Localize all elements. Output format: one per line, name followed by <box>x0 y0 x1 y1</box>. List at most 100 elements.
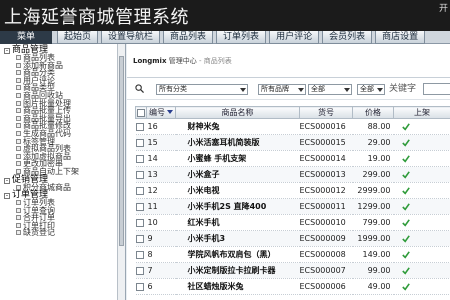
header-corner-link[interactable]: 开 <box>439 1 448 14</box>
table-row[interactable]: 6 社区蜡烛版米兔 ECS000006 49.00 <box>135 278 450 295</box>
on-sale-cell[interactable] <box>393 182 450 199</box>
goods-name[interactable]: 社区蜡烛版米兔 <box>175 278 300 295</box>
check-icon[interactable] <box>401 218 410 227</box>
row-checkbox-cell[interactable] <box>135 262 147 279</box>
row-checkbox[interactable] <box>135 250 144 259</box>
tab-goods-list[interactable]: 商品列表 <box>163 31 214 44</box>
column-header-sn[interactable]: 货号 <box>299 106 353 119</box>
check-icon[interactable] <box>401 186 410 195</box>
goods-price[interactable]: 88.00 <box>352 118 394 135</box>
check-icon[interactable] <box>401 202 410 211</box>
check-icon[interactable] <box>401 234 410 243</box>
goods-price[interactable]: 1299.00 <box>352 198 394 215</box>
goods-name[interactable]: 小米手机3 <box>175 230 300 247</box>
table-row[interactable]: 15 小米活塞耳机简装版 ECS000015 29.00 <box>135 134 450 151</box>
row-checkbox[interactable] <box>135 154 144 163</box>
tab-nav-settings[interactable]: 设置导航栏 <box>101 31 161 44</box>
on-sale-cell[interactable] <box>393 214 450 231</box>
table-row[interactable]: 10 红米手机 ECS000010 799.00 <box>135 214 450 231</box>
keyword-input[interactable] <box>423 83 450 95</box>
on-sale-cell[interactable] <box>393 134 450 151</box>
check-icon[interactable] <box>401 138 410 147</box>
table-row[interactable]: 12 小米电视 ECS000012 2999.00 <box>135 182 450 199</box>
on-sale-cell[interactable] <box>393 118 450 135</box>
row-checkbox-cell[interactable] <box>135 118 147 135</box>
filter-select-2[interactable]: 全部 <box>357 84 385 95</box>
tab-order-list[interactable]: 订单列表 <box>216 31 267 44</box>
goods-name[interactable]: 小米盒子 <box>175 166 300 183</box>
table-row[interactable]: 8 学院风帆布双肩包（黑） ECS000008 149.00 <box>135 246 450 263</box>
table-row[interactable]: 9 小米手机3 ECS000009 1999.00 <box>135 230 450 247</box>
goods-price[interactable]: 29.00 <box>352 134 394 151</box>
column-header-name[interactable]: 商品名称 <box>175 106 300 119</box>
goods-name[interactable]: 小蜜蜂 手机支架 <box>175 150 300 167</box>
sidebar-scrollbar[interactable] <box>117 44 125 300</box>
goods-name[interactable]: 小米电视 <box>175 182 300 199</box>
row-checkbox-cell[interactable] <box>135 134 147 151</box>
row-checkbox[interactable] <box>135 122 144 131</box>
column-header-flag[interactable]: 上架 <box>393 106 450 119</box>
row-checkbox[interactable] <box>135 282 144 291</box>
row-checkbox-cell[interactable] <box>135 278 147 295</box>
sidebar-item[interactable]: 商品自动上下架 <box>4 167 125 176</box>
goods-price[interactable]: 99.00 <box>352 262 394 279</box>
table-row[interactable]: 11 小米手机2S 直降400 ECS000011 1299.00 <box>135 198 450 215</box>
check-icon[interactable] <box>401 154 410 163</box>
row-checkbox[interactable] <box>135 186 144 195</box>
on-sale-cell[interactable] <box>393 262 450 279</box>
goods-name[interactable]: 小米手机2S 直降400 <box>175 198 300 215</box>
check-icon[interactable] <box>401 282 410 291</box>
on-sale-cell[interactable] <box>393 166 450 183</box>
row-checkbox-cell[interactable] <box>135 214 147 231</box>
goods-name[interactable]: 小米活塞耳机简装版 <box>175 134 300 151</box>
row-checkbox-cell[interactable] <box>135 246 147 263</box>
check-icon[interactable] <box>401 122 410 131</box>
goods-name[interactable]: 财神米兔 <box>175 118 300 135</box>
menu-toggle-button[interactable]: 菜单 <box>0 31 52 44</box>
goods-name[interactable]: 红米手机 <box>175 214 300 231</box>
breadcrumb-section[interactable]: 管理中心 <box>169 57 197 65</box>
row-checkbox-cell[interactable] <box>135 230 147 247</box>
row-checkbox[interactable] <box>135 138 144 147</box>
goods-price[interactable]: 299.00 <box>352 166 394 183</box>
select-all-checkbox[interactable] <box>137 108 145 117</box>
check-icon[interactable] <box>401 170 410 179</box>
category-select[interactable]: 所有分类 <box>156 84 248 95</box>
sidebar-item[interactable]: 积分商城商品 <box>4 183 125 192</box>
filter-select-1[interactable]: 全部 <box>308 84 352 95</box>
goods-price[interactable]: 19.00 <box>352 150 394 167</box>
on-sale-cell[interactable] <box>393 230 450 247</box>
tab-shop-settings[interactable]: 商店设置 <box>375 31 426 44</box>
table-row[interactable]: 13 小米盒子 ECS000013 299.00 <box>135 166 450 183</box>
sidebar-scrollbar-thumb[interactable] <box>119 56 124 246</box>
tab-user-comments[interactable]: 用户评论 <box>269 31 320 44</box>
row-checkbox[interactable] <box>135 202 144 211</box>
row-checkbox-cell[interactable] <box>135 166 147 183</box>
on-sale-cell[interactable] <box>393 246 450 263</box>
row-checkbox[interactable] <box>135 218 144 227</box>
goods-price[interactable]: 799.00 <box>352 214 394 231</box>
table-row[interactable]: 7 小米定制版拉卡拉刷卡器 ECS000007 99.00 <box>135 262 450 279</box>
column-header-id[interactable]: 编号 <box>146 106 176 119</box>
goods-price[interactable]: 149.00 <box>352 246 394 263</box>
row-checkbox-cell[interactable] <box>135 182 147 199</box>
row-checkbox-cell[interactable] <box>135 198 147 215</box>
on-sale-cell[interactable] <box>393 278 450 295</box>
goods-name[interactable]: 小米定制版拉卡拉刷卡器 <box>175 262 300 279</box>
row-checkbox[interactable] <box>135 170 144 179</box>
goods-price[interactable]: 49.00 <box>352 278 394 295</box>
row-checkbox[interactable] <box>135 266 144 275</box>
table-row[interactable]: 16 财神米兔 ECS000016 88.00 <box>135 118 450 135</box>
check-icon[interactable] <box>401 250 410 259</box>
tab-home[interactable]: 起始页 <box>57 31 99 44</box>
sidebar-item[interactable]: 缺货登记 <box>4 229 125 237</box>
breadcrumb-root[interactable]: Longmix <box>133 57 166 65</box>
on-sale-cell[interactable] <box>393 198 450 215</box>
check-icon[interactable] <box>401 266 410 275</box>
goods-price[interactable]: 2999.00 <box>352 182 394 199</box>
goods-name[interactable]: 学院风帆布双肩包（黑） <box>175 246 300 263</box>
column-header-price[interactable]: 价格 <box>352 106 394 119</box>
select-all-header[interactable] <box>135 106 147 119</box>
brand-select[interactable]: 所有品牌 <box>258 84 306 95</box>
row-checkbox[interactable] <box>135 234 144 243</box>
